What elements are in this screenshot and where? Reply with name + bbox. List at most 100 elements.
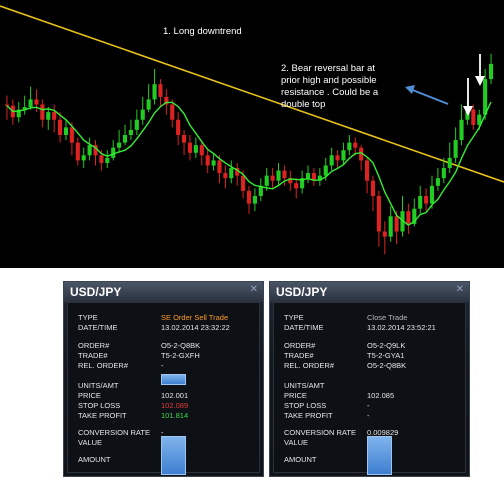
candle-body — [75, 142, 80, 161]
datetime-value: 13.02.2014 23:52:21 — [367, 323, 436, 332]
candle-body — [134, 119, 139, 130]
units-amount-box — [161, 374, 186, 385]
stop-loss-value: 102.089 — [161, 401, 189, 410]
candle-body — [176, 119, 181, 135]
candle-body — [365, 160, 370, 181]
candle-body — [441, 168, 446, 179]
rel-order-label: REL. ORDER# — [284, 361, 335, 370]
candle-body — [81, 155, 86, 161]
candle-body — [459, 119, 464, 141]
datetime-value: 13.02.2014 23:32:22 — [161, 323, 230, 332]
candle-body — [341, 150, 346, 161]
rel-order-value: O5-2-Q8BK — [367, 361, 407, 370]
type-label: TYPE — [284, 313, 304, 322]
price-label: PRICE — [78, 391, 101, 400]
price-label: PRICE — [284, 391, 307, 400]
panel-body: TYPE Close Trade DATE/TIME 13.02.2014 23… — [273, 302, 466, 475]
candle-body — [329, 155, 334, 166]
candle-body — [488, 63, 494, 80]
candle-body — [99, 155, 104, 163]
candle-body — [63, 127, 69, 135]
candle-body — [211, 160, 216, 166]
candle-body — [241, 175, 246, 191]
candle-body — [418, 195, 423, 209]
candle-body — [28, 99, 33, 108]
annotation-line: prior high and possible — [281, 75, 377, 86]
rel-order-value: - — [161, 361, 164, 370]
type-value: Close Trade — [367, 313, 408, 322]
candle-body — [435, 178, 440, 186]
candle-body — [34, 99, 39, 105]
trade-label: TRADE# — [78, 351, 108, 360]
candle-body — [58, 119, 63, 135]
candle-body — [205, 155, 210, 166]
candle-body — [294, 183, 299, 189]
candle-body — [246, 190, 252, 204]
datetime-label: DATE/TIME — [78, 323, 118, 332]
candle-body — [193, 145, 198, 153]
candle-body — [69, 127, 74, 143]
candle-body — [229, 168, 234, 179]
candle-body — [347, 142, 352, 151]
annotation-long-downtrend: 1. Long downtrend — [163, 26, 242, 37]
candle-body — [388, 216, 393, 237]
blue-arrow-icon — [409, 88, 449, 105]
datetime-label: DATE/TIME — [284, 323, 324, 332]
value-amount-box — [161, 436, 186, 475]
stop-loss-label: STOP LOSS — [284, 401, 327, 410]
candle-body — [429, 185, 435, 204]
candle-body — [146, 99, 151, 110]
stop-loss-label: STOP LOSS — [78, 401, 121, 410]
order-value: O5-2-Q8BK — [161, 341, 201, 350]
conversion-rate-label: CONVERSION RATE — [284, 428, 356, 437]
candle-body — [276, 170, 281, 181]
trade-label: TRADE# — [284, 351, 314, 360]
panel-title: USD/JPY — [70, 285, 122, 299]
annotation-bear-reversal: 2. Bear reversal bar at prior high and p… — [281, 63, 378, 111]
candle-body — [187, 142, 193, 153]
candle-body — [376, 195, 381, 232]
candle-body — [223, 173, 228, 179]
candle-body — [335, 155, 340, 161]
close-icon[interactable]: ✕ — [456, 284, 464, 295]
candle-body — [453, 140, 458, 158]
close-icon[interactable]: ✕ — [250, 284, 258, 295]
value-label: VALUE — [284, 438, 309, 447]
take-profit-value: 101.814 — [161, 411, 189, 420]
amount-label: AMOUNT — [78, 455, 111, 464]
candle-body — [105, 157, 110, 163]
panel-title: USD/JPY — [276, 285, 328, 299]
order-label: ORDER# — [284, 341, 316, 350]
candle-body — [87, 145, 92, 156]
candlestick-chart — [0, 5, 504, 255]
panel-body: TYPE SE Order Sell Trade DATE/TIME 13.02… — [67, 302, 260, 475]
blue-arrow-head-icon — [405, 85, 415, 94]
candle-body — [128, 129, 133, 135]
conversion-rate-label: CONVERSION RATE — [78, 428, 150, 437]
candle-body — [471, 109, 476, 125]
candle-body — [394, 216, 399, 232]
candle-body — [305, 173, 311, 179]
amount-label: AMOUNT — [284, 455, 317, 464]
candle-body — [181, 135, 187, 143]
trade-value: T5-2-GYA1 — [367, 351, 405, 360]
trade-panel-open: USD/JPY ✕ TYPE SE Order Sell Trade DATE/… — [63, 281, 264, 477]
candle-body — [370, 180, 376, 196]
candle-body — [52, 112, 57, 120]
value-amount-box — [367, 436, 392, 475]
price-value: 102.085 — [367, 391, 395, 400]
candle-body — [217, 160, 222, 174]
value-label: VALUE — [78, 438, 103, 447]
take-profit-value: - — [367, 411, 370, 420]
candle-body — [252, 195, 257, 204]
candle-body — [282, 170, 287, 179]
candle-body — [483, 79, 488, 115]
order-label: ORDER# — [78, 341, 110, 350]
trade-value: T5-2-GXFH — [161, 351, 200, 360]
candle-body — [382, 231, 387, 237]
candle-body — [4, 104, 10, 106]
units-label: UNITS/AMT — [78, 381, 119, 390]
candle-body — [323, 165, 328, 176]
units-label: UNITS/AMT — [284, 381, 325, 390]
price-chart: 1. Long downtrend 2. Bear reversal bar a… — [0, 0, 504, 268]
